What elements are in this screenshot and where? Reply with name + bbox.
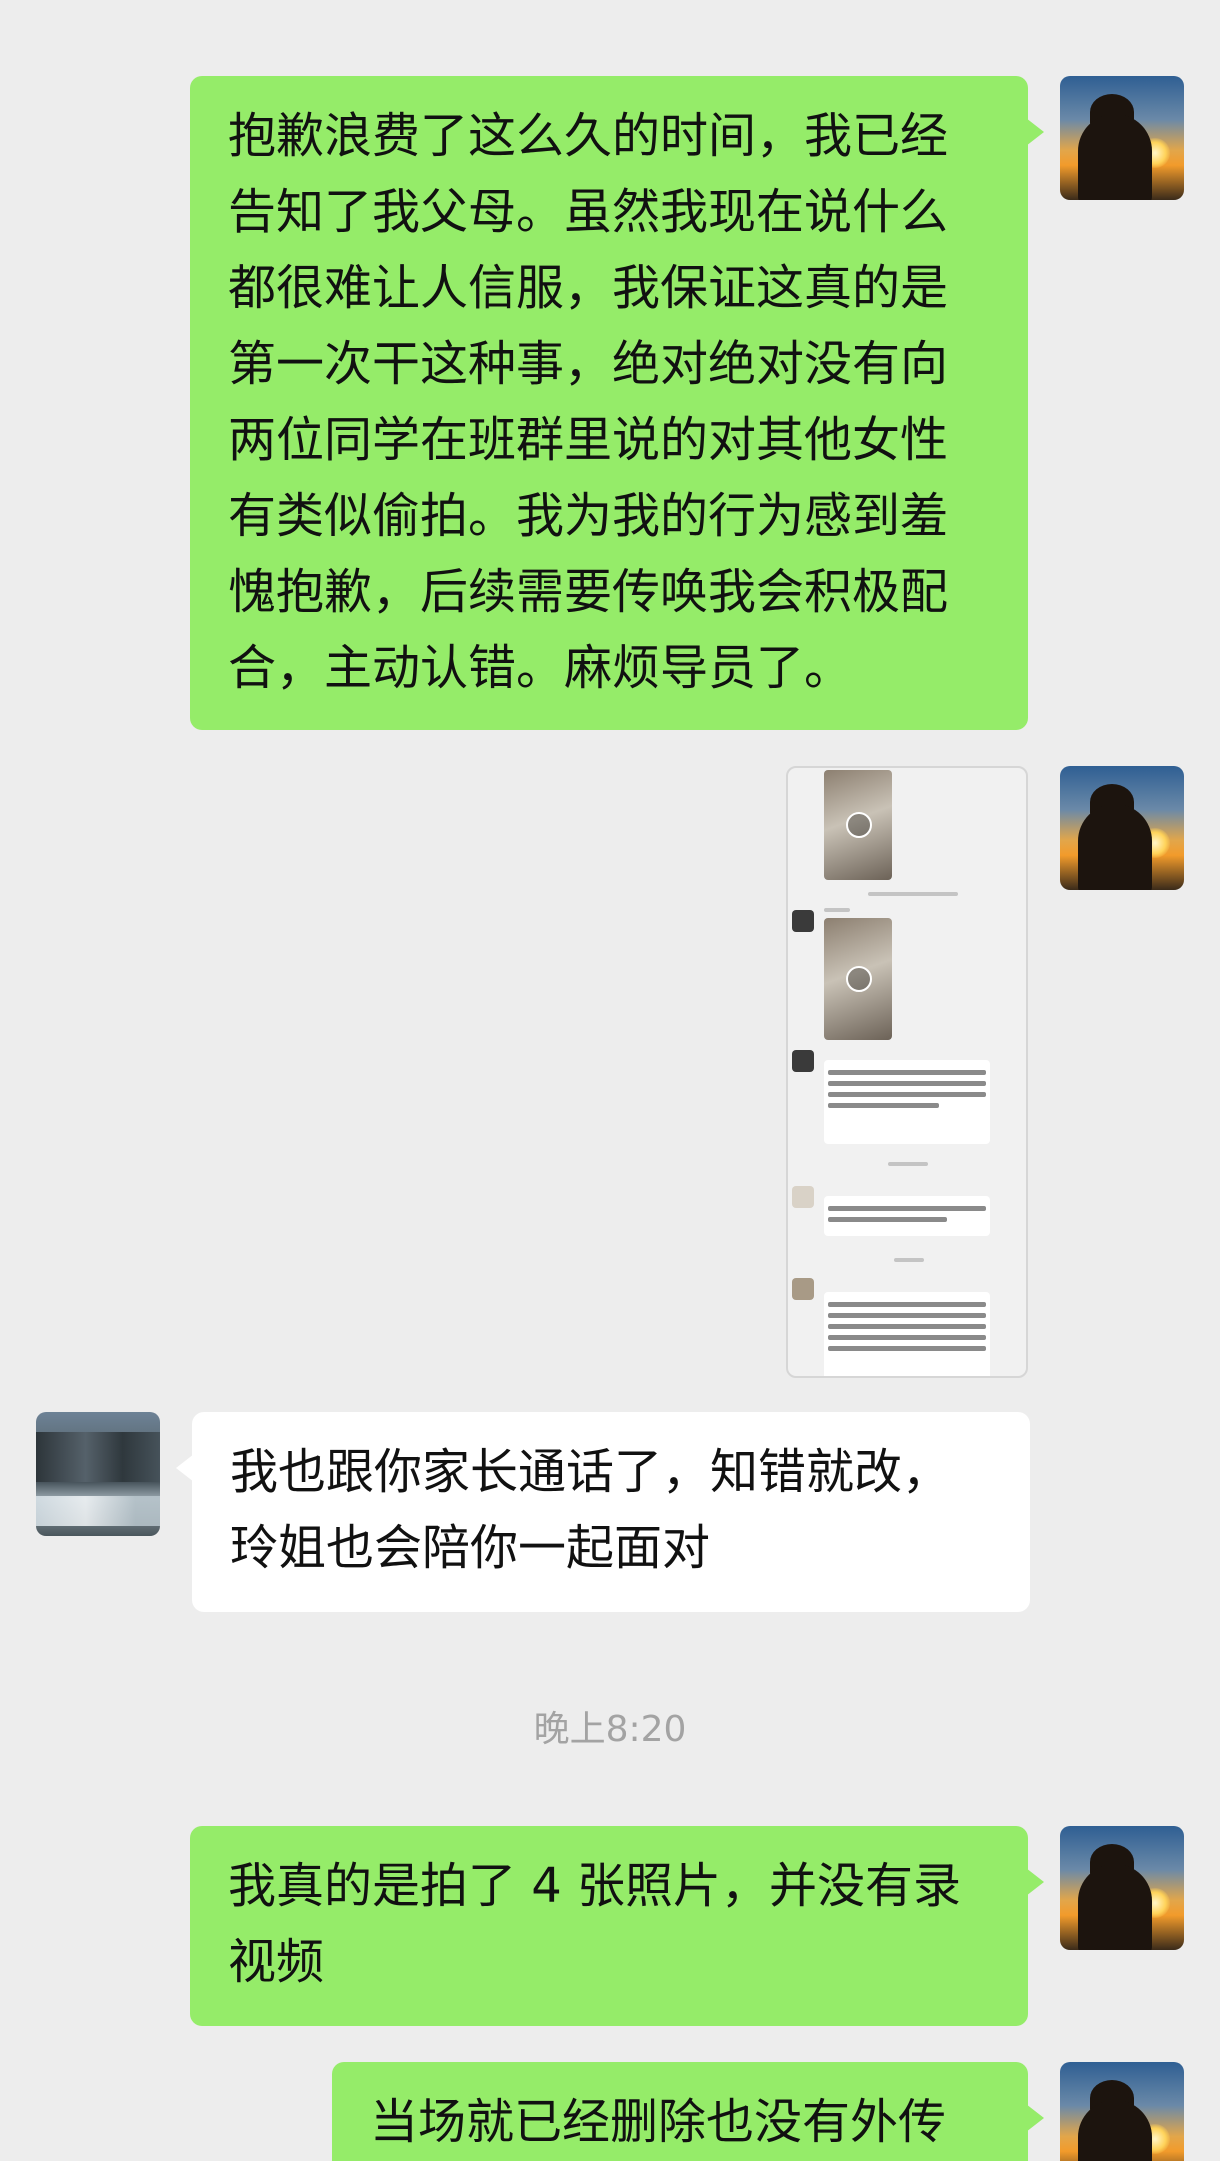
message-line: 愧抱歉，后续需要传唤我会积极配 xyxy=(228,564,949,620)
message-line: 告知了我父母。虽然我现在说什么 xyxy=(228,184,949,240)
chat-message-snippet xyxy=(824,1060,990,1144)
person-silhouette xyxy=(1078,1864,1152,1950)
message-line: 视频 xyxy=(228,1934,325,1990)
system-text xyxy=(868,892,958,896)
contact-avatar xyxy=(792,1050,814,1072)
message-bubble-received[interactable]: 我也跟你家长通话了，知错就改， 玲姐也会陪你一起面对 xyxy=(176,1412,1030,1612)
sender-name xyxy=(824,908,850,912)
person-silhouette xyxy=(1078,2100,1152,2161)
time-divider xyxy=(888,1162,928,1166)
other-avatar[interactable] xyxy=(36,1412,160,1536)
message-line: 抱歉浪费了这么久的时间，我已经 xyxy=(228,108,949,164)
message-line: 我也跟你家长通话了，知错就改， xyxy=(230,1444,951,1500)
message-line: 合，主动认错。麻烦导员了。 xyxy=(228,640,853,696)
play-icon xyxy=(846,812,872,838)
person-silhouette xyxy=(1078,114,1152,200)
message-bubble-sent-3[interactable]: 当场就已经删除也没有外传 xyxy=(332,2062,1044,2161)
message-line: 当场就已经删除也没有外传 xyxy=(370,2094,947,2150)
time-divider xyxy=(894,1258,924,1262)
message-line: 两位同学在班群里说的对其他女性 xyxy=(228,412,949,468)
message-line: 有类似偷拍。我为我的行为感到羞 xyxy=(228,488,949,544)
self-avatar[interactable] xyxy=(1060,76,1184,200)
wave-graphic xyxy=(36,1496,160,1526)
time-divider: 晚上8:20 xyxy=(533,1709,687,1750)
contact-avatar xyxy=(792,1278,814,1300)
person-silhouette xyxy=(1078,804,1152,890)
chat-message-snippet xyxy=(824,1292,990,1376)
message-line: 玲姐也会陪你一起面对 xyxy=(230,1520,711,1576)
play-icon xyxy=(846,966,872,992)
chat-message-snippet xyxy=(824,1196,990,1236)
video-thumbnail[interactable] xyxy=(824,770,892,880)
message-line: 都很难让人信服，我保证这真的是 xyxy=(228,260,949,316)
contact-avatar xyxy=(792,910,814,932)
self-avatar[interactable] xyxy=(1060,766,1184,890)
message-line: 我真的是拍了 4 张照片，并没有录 xyxy=(228,1858,962,1914)
rock-graphic xyxy=(36,1432,160,1482)
screenshot-image-message[interactable] xyxy=(786,766,1028,1378)
video-thumbnail[interactable] xyxy=(824,918,892,1040)
message-bubble-sent-2[interactable]: 我真的是拍了 4 张照片，并没有录 视频 xyxy=(190,1826,1044,2026)
self-avatar[interactable] xyxy=(1060,1826,1184,1950)
self-avatar[interactable] xyxy=(1060,2062,1184,2161)
contact-avatar xyxy=(792,1186,814,1208)
message-line: 第一次干这种事，绝对绝对没有向 xyxy=(228,336,949,392)
message-bubble-sent-1[interactable]: 抱歉浪费了这么久的时间，我已经 告知了我父母。虽然我现在说什么 都很难让人信服，… xyxy=(190,76,1044,730)
